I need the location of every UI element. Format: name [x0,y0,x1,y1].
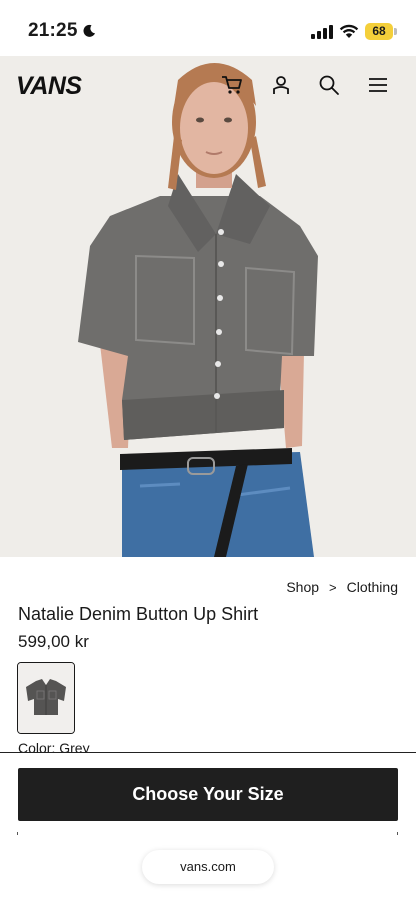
breadcrumb-separator: > [329,579,337,595]
account-icon[interactable] [270,74,292,96]
cellular-signal-icon [311,25,333,39]
vans-logo[interactable]: VANS [16,70,88,100]
breadcrumb-clothing[interactable]: Clothing [347,579,398,595]
battery-icon: 68 [365,23,397,40]
breadcrumb: Shop > Clothing [286,579,398,595]
status-bar: 21:25 68 [0,0,416,56]
browser-bottom-bar: vans.com [0,838,416,900]
battery-level: 68 [365,23,393,40]
cart-icon[interactable] [221,74,243,96]
sticky-add-bar: Choose Your Size [0,752,416,838]
breadcrumb-shop[interactable]: Shop [286,579,319,595]
status-time: 21:25 [28,20,78,41]
color-swatch-grey[interactable] [17,662,75,734]
search-icon[interactable] [318,74,340,96]
svg-text:VANS: VANS [16,72,82,98]
moon-icon [83,24,95,37]
swatch-shirt-thumbnail [18,663,74,733]
logo-wordmark: VANS [16,72,83,100]
divider-tick-right [397,832,398,835]
product-hero-image[interactable] [0,56,416,557]
wifi-icon [339,24,359,38]
menu-icon[interactable] [367,74,389,96]
model-photo [0,56,416,557]
product-price: 599,00 kr [18,632,89,651]
site-header: VANS [0,56,416,116]
address-bar[interactable]: vans.com [142,850,274,884]
choose-size-button[interactable]: Choose Your Size [18,768,398,821]
product-title: Natalie Denim Button Up Shirt [18,604,259,624]
divider-tick-left [17,832,18,835]
